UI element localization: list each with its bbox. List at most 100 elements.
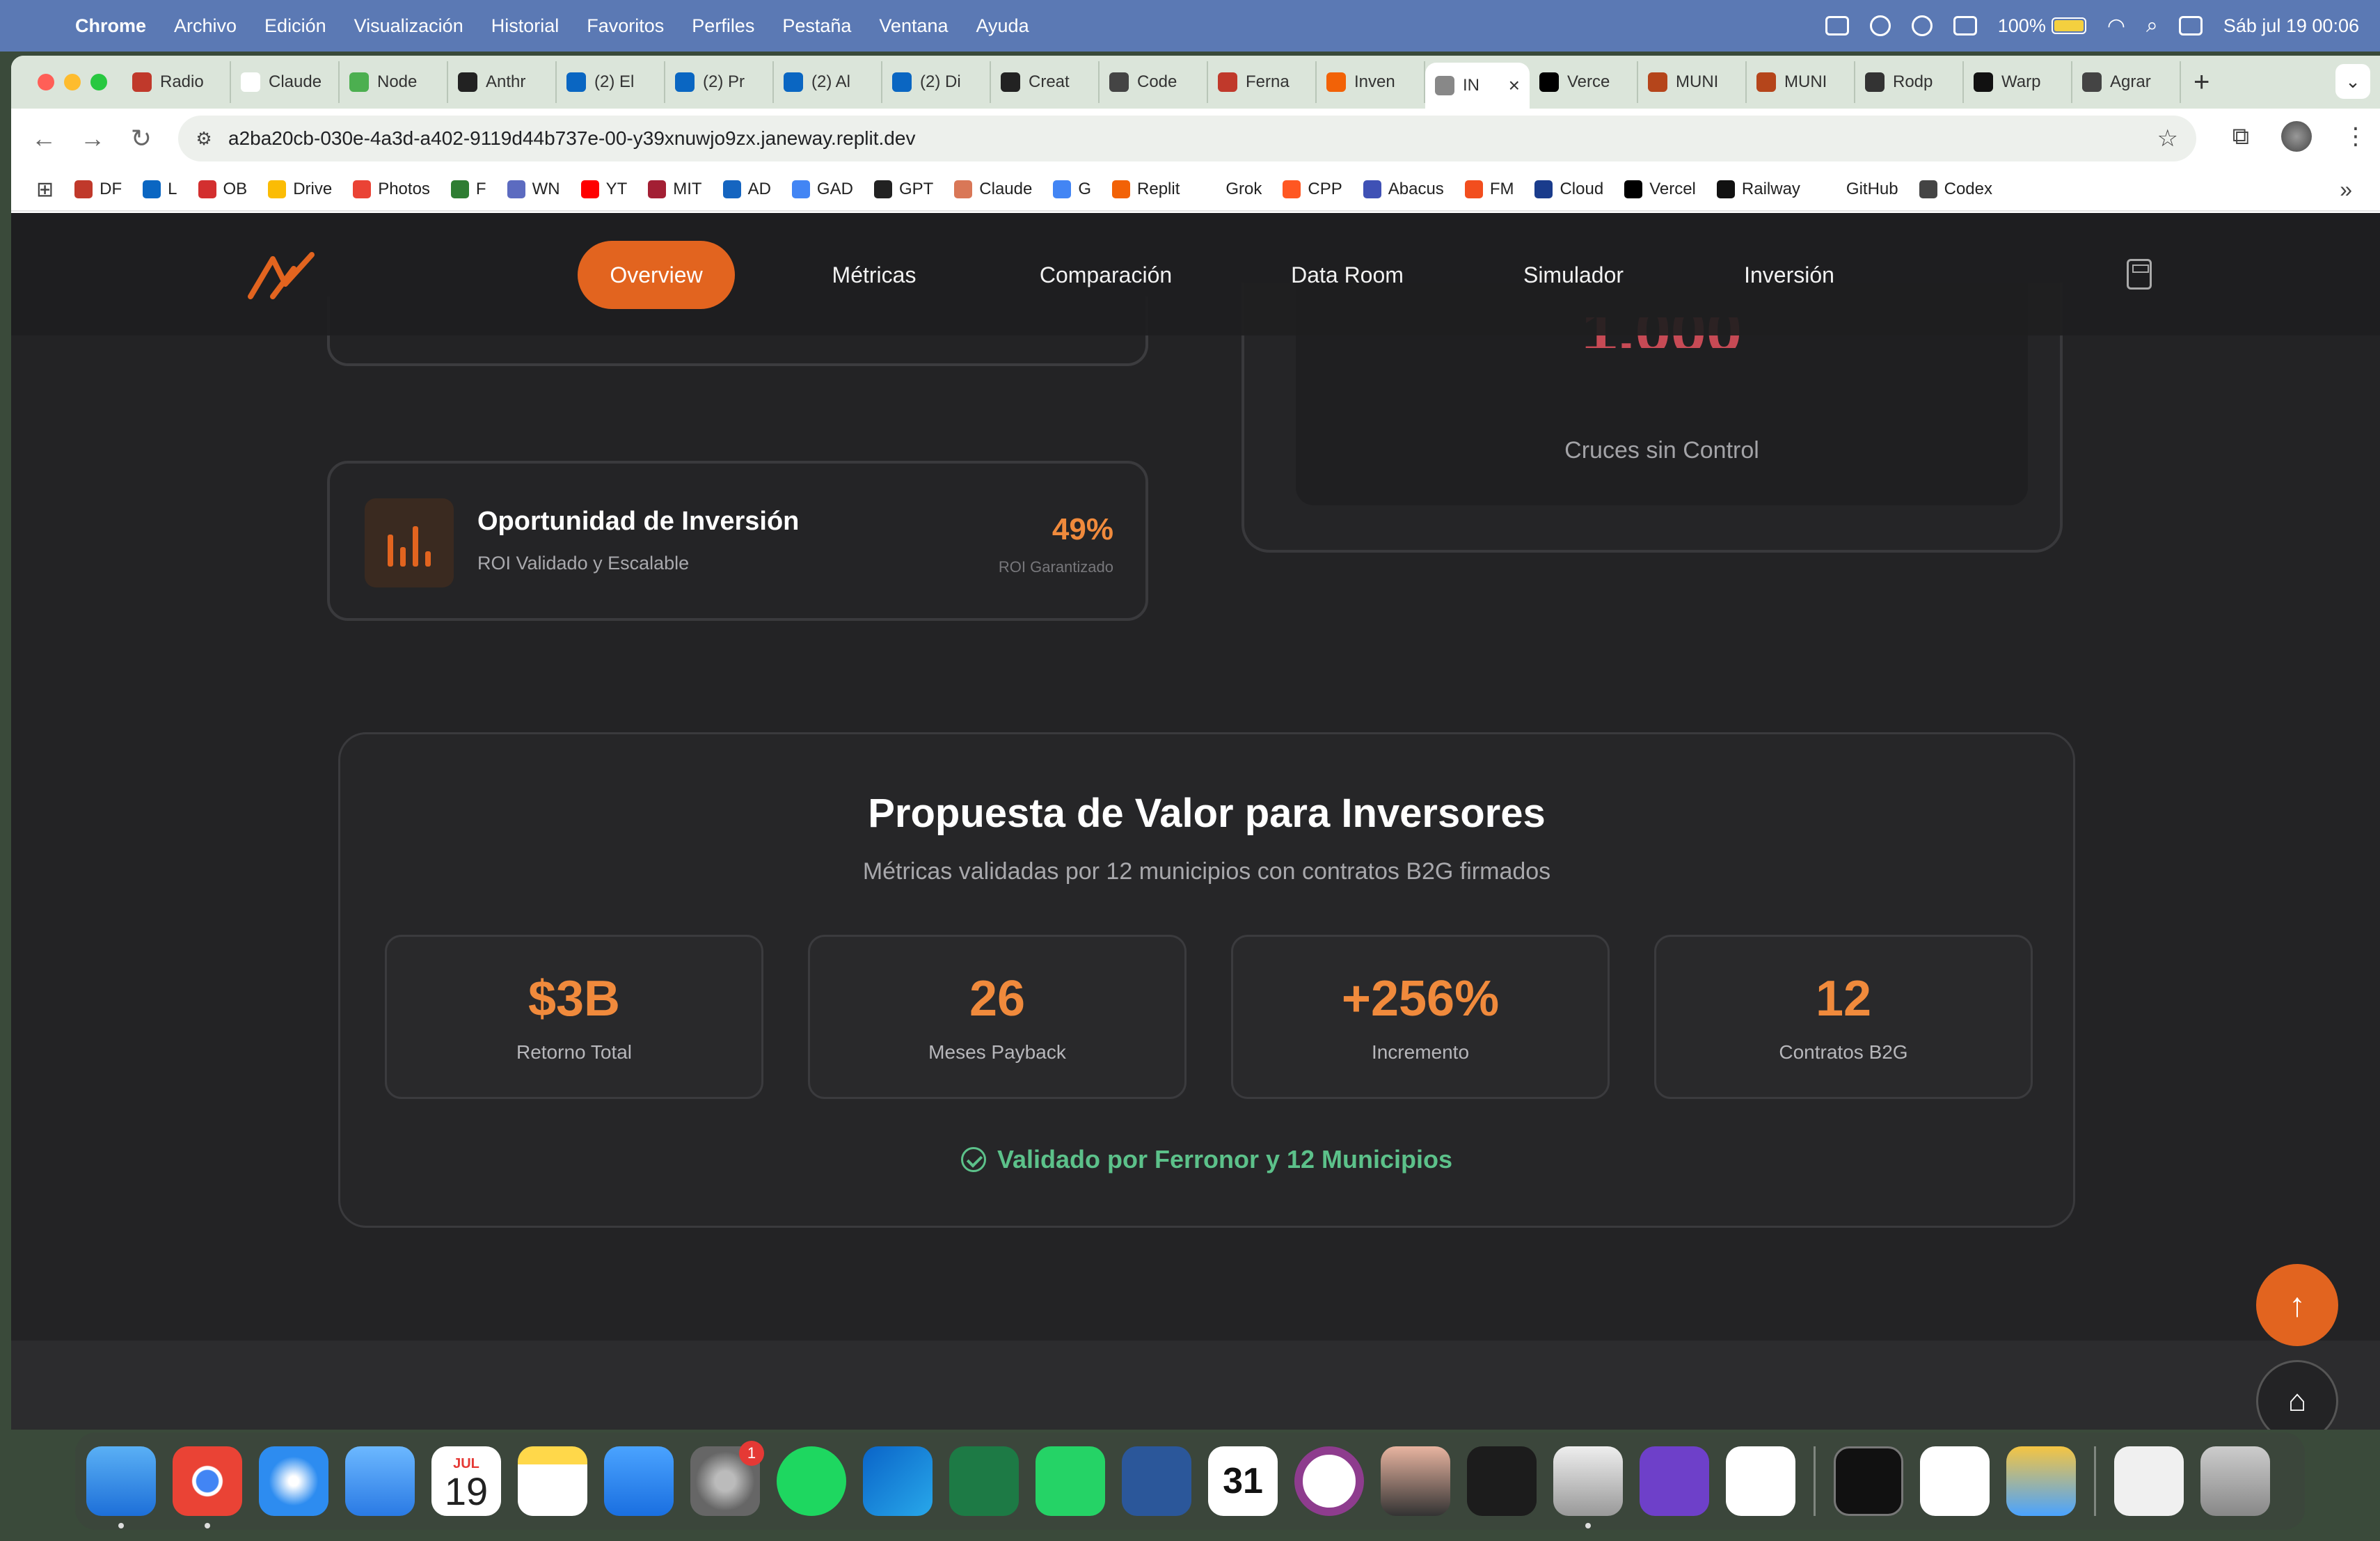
- apps-grid-icon[interactable]: ⊞: [36, 177, 54, 202]
- browser-tab[interactable]: Inven: [1317, 61, 1425, 103]
- browser-tab[interactable]: Radio: [122, 61, 231, 103]
- minimize-window-button[interactable]: [64, 74, 81, 90]
- outlook-icon[interactable]: [863, 1446, 933, 1516]
- calculator-icon[interactable]: [2127, 259, 2152, 290]
- word-icon[interactable]: [1122, 1446, 1191, 1516]
- nav-comparacion[interactable]: Comparación: [1013, 241, 1198, 309]
- browser-tab[interactable]: Warp: [1964, 61, 2072, 103]
- profile-avatar[interactable]: [2281, 121, 2312, 152]
- site-settings-icon[interactable]: ⚙: [192, 127, 216, 150]
- forward-arrow-icon[interactable]: →: [77, 123, 109, 155]
- extensions-puzzle-icon[interactable]: ⧉: [2232, 123, 2249, 150]
- browser-tab[interactable]: MUNI: [1638, 61, 1747, 103]
- iphone-mirroring-icon[interactable]: [1381, 1446, 1450, 1516]
- browser-tab[interactable]: (2) Di: [882, 61, 991, 103]
- xlsx-file-icon[interactable]: [2114, 1446, 2184, 1516]
- nav-simulador[interactable]: Simulador: [1493, 241, 1653, 309]
- ical-icon[interactable]: 31: [1208, 1446, 1278, 1516]
- textedit-icon[interactable]: [1920, 1446, 1990, 1516]
- menu-visualizacion[interactable]: Visualización: [354, 15, 463, 37]
- system-settings-icon[interactable]: 1: [690, 1441, 764, 1516]
- wifi-icon[interactable]: ◠: [2107, 14, 2125, 38]
- bookmark-item[interactable]: G: [1053, 180, 1091, 199]
- zoom-window-button[interactable]: [90, 74, 107, 90]
- vscode-icon[interactable]: [1726, 1446, 1795, 1516]
- control-center-icon[interactable]: [2178, 16, 2203, 35]
- browser-tab[interactable]: (2) Pr: [665, 61, 774, 103]
- menu-ventana[interactable]: Ventana: [879, 15, 948, 37]
- trash-icon[interactable]: [2200, 1446, 2270, 1516]
- window-status-icon[interactable]: [1953, 16, 1977, 35]
- address-url[interactable]: a2ba20cb-030e-4a3d-a402-9119d44b737e-00-…: [228, 127, 915, 150]
- record-app-icon[interactable]: [1294, 1446, 1364, 1516]
- menu-edicion[interactable]: Edición: [264, 15, 326, 37]
- browser-tab[interactable]: MUNI: [1747, 61, 1855, 103]
- chrome-icon[interactable]: [173, 1446, 242, 1528]
- browser-tab[interactable]: Agrar: [2072, 61, 2181, 103]
- browser-tab[interactable]: Verce: [1530, 61, 1638, 103]
- bookmark-item[interactable]: Claude: [954, 180, 1032, 199]
- tab-close-icon[interactable]: ×: [1509, 74, 1520, 97]
- bookmark-item[interactable]: DF: [74, 180, 122, 199]
- browser-tab[interactable]: Rodp: [1855, 61, 1964, 103]
- bookmark-item[interactable]: F: [450, 180, 486, 199]
- nav-data-room[interactable]: Data Room: [1264, 241, 1431, 309]
- bookmark-item[interactable]: Replit: [1112, 180, 1180, 199]
- drive-status-icon[interactable]: [1825, 16, 1849, 35]
- nav-overview[interactable]: Overview: [578, 241, 735, 309]
- browser-tab[interactable]: Creat: [991, 61, 1100, 103]
- menu-perfiles[interactable]: Perfiles: [692, 15, 754, 37]
- menu-clock[interactable]: Sáb jul 19 00:06: [2223, 15, 2359, 37]
- github-desktop-icon[interactable]: [1640, 1446, 1709, 1516]
- bookmarks-overflow-icon[interactable]: »: [2340, 177, 2352, 203]
- new-tab-button[interactable]: +: [2193, 67, 2210, 98]
- browser-tab[interactable]: Node: [340, 61, 448, 103]
- chrome-menu-icon[interactable]: ⋮: [2344, 123, 2367, 150]
- keynote-icon[interactable]: [604, 1446, 674, 1516]
- menu-ayuda[interactable]: Ayuda: [976, 15, 1029, 37]
- whatsapp-icon[interactable]: [1036, 1446, 1105, 1516]
- bookmark-item[interactable]: YT: [580, 180, 627, 199]
- tab-active[interactable]: IN ×: [1425, 63, 1530, 109]
- address-bar[interactable]: ⚙ a2ba20cb-030e-4a3d-a402-9119d44b737e-0…: [178, 116, 2196, 161]
- passwords-icon[interactable]: [2006, 1446, 2076, 1516]
- tab-search-chevron-icon[interactable]: ⌄: [2335, 64, 2370, 99]
- bookmark-item[interactable]: GitHub: [1820, 180, 1898, 199]
- back-arrow-icon[interactable]: ←: [28, 123, 60, 155]
- bookmark-item[interactable]: WN: [507, 180, 560, 199]
- nav-metricas[interactable]: Métricas: [804, 241, 944, 309]
- bookmark-item[interactable]: MIT: [648, 180, 702, 199]
- bookmark-item[interactable]: Vercel: [1624, 180, 1696, 199]
- bookmark-item[interactable]: Codex: [1919, 180, 1992, 199]
- battery-indicator[interactable]: 100%: [1998, 15, 2086, 37]
- apple-menu-icon[interactable]: [28, 13, 53, 38]
- browser-tab[interactable]: Claude: [231, 61, 340, 103]
- calendar-icon[interactable]: JUL 19: [431, 1446, 501, 1516]
- notes-icon[interactable]: [518, 1446, 587, 1516]
- scroll-to-top-button[interactable]: ↑: [2256, 1264, 2338, 1346]
- bookmark-item[interactable]: AD: [722, 180, 771, 199]
- brand-logo-icon[interactable]: [245, 248, 322, 303]
- bookmark-item[interactable]: Grok: [1200, 180, 1262, 199]
- spotify-icon[interactable]: [777, 1446, 846, 1516]
- bookmark-item[interactable]: GAD: [791, 180, 853, 199]
- spotlight-search-icon[interactable]: ⌕: [2146, 14, 2158, 38]
- bookmark-item[interactable]: Railway: [1716, 180, 1800, 199]
- bookmark-item[interactable]: Photos: [353, 180, 430, 199]
- play-status-icon[interactable]: [1869, 15, 1891, 36]
- menu-app-name[interactable]: Chrome: [75, 15, 146, 37]
- bookmark-item[interactable]: FM: [1464, 180, 1514, 199]
- browser-tab[interactable]: Anthr: [448, 61, 557, 103]
- menu-favoritos[interactable]: Favoritos: [587, 15, 664, 37]
- terminal-icon[interactable]: [1834, 1446, 1903, 1516]
- bookmark-item[interactable]: GPT: [873, 180, 933, 199]
- bookmark-item[interactable]: Cloud: [1534, 180, 1603, 199]
- safari-icon[interactable]: [259, 1446, 328, 1516]
- close-window-button[interactable]: [38, 74, 54, 90]
- mail-icon[interactable]: [345, 1446, 415, 1516]
- finder-icon[interactable]: [86, 1446, 156, 1528]
- menu-historial[interactable]: Historial: [491, 15, 560, 37]
- bookmark-item[interactable]: CPP: [1283, 180, 1342, 199]
- bookmark-item[interactable]: OB: [198, 180, 247, 199]
- browser-tab[interactable]: Ferna: [1208, 61, 1317, 103]
